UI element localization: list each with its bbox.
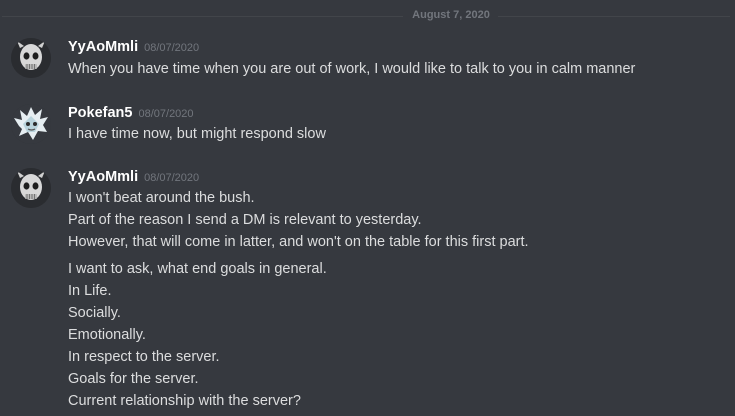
message-header: Pokefan5 08/07/2020 xyxy=(68,104,194,122)
divider-line-left xyxy=(2,16,403,17)
message-text: Socially. xyxy=(68,305,121,321)
message-header: YyAoMmli 08/07/2020 xyxy=(68,168,199,186)
divider-date: August 7, 2020 xyxy=(412,9,490,21)
author-name[interactable]: YyAoMmli xyxy=(68,39,138,55)
message-text: In respect to the server. xyxy=(68,349,220,365)
date-divider: August 7, 2020 xyxy=(0,8,735,24)
message-text: However, that will come in latter, and w… xyxy=(68,234,529,250)
message-text: I have time now, but might respond slow xyxy=(68,126,326,142)
author-name[interactable]: YyAoMmli xyxy=(68,169,138,185)
skull-avatar-icon xyxy=(11,38,51,78)
divider-line-right xyxy=(498,16,730,17)
timestamp: 08/07/2020 xyxy=(138,108,194,120)
message-text: When you have time when you are out of w… xyxy=(68,61,636,77)
avatar[interactable] xyxy=(11,168,51,208)
message-text: Current relationship with the server? xyxy=(68,393,301,409)
message-text: Part of the reason I send a DM is releva… xyxy=(68,212,422,228)
author-name[interactable]: Pokefan5 xyxy=(68,105,132,121)
message-text: Goals for the server. xyxy=(68,371,199,387)
message-text: In Life. xyxy=(68,283,112,299)
spiky-creature-avatar-icon xyxy=(11,104,51,144)
message-text: I won't beat around the bush. xyxy=(68,190,255,206)
avatar[interactable] xyxy=(11,104,51,144)
avatar[interactable] xyxy=(11,38,51,78)
message-header: YyAoMmli 08/07/2020 xyxy=(68,38,199,56)
timestamp: 08/07/2020 xyxy=(144,42,200,54)
timestamp: 08/07/2020 xyxy=(144,172,200,184)
message-text: Emotionally. xyxy=(68,327,146,343)
message-text: I want to ask, what end goals in general… xyxy=(68,261,327,277)
skull-avatar-icon xyxy=(11,168,51,208)
